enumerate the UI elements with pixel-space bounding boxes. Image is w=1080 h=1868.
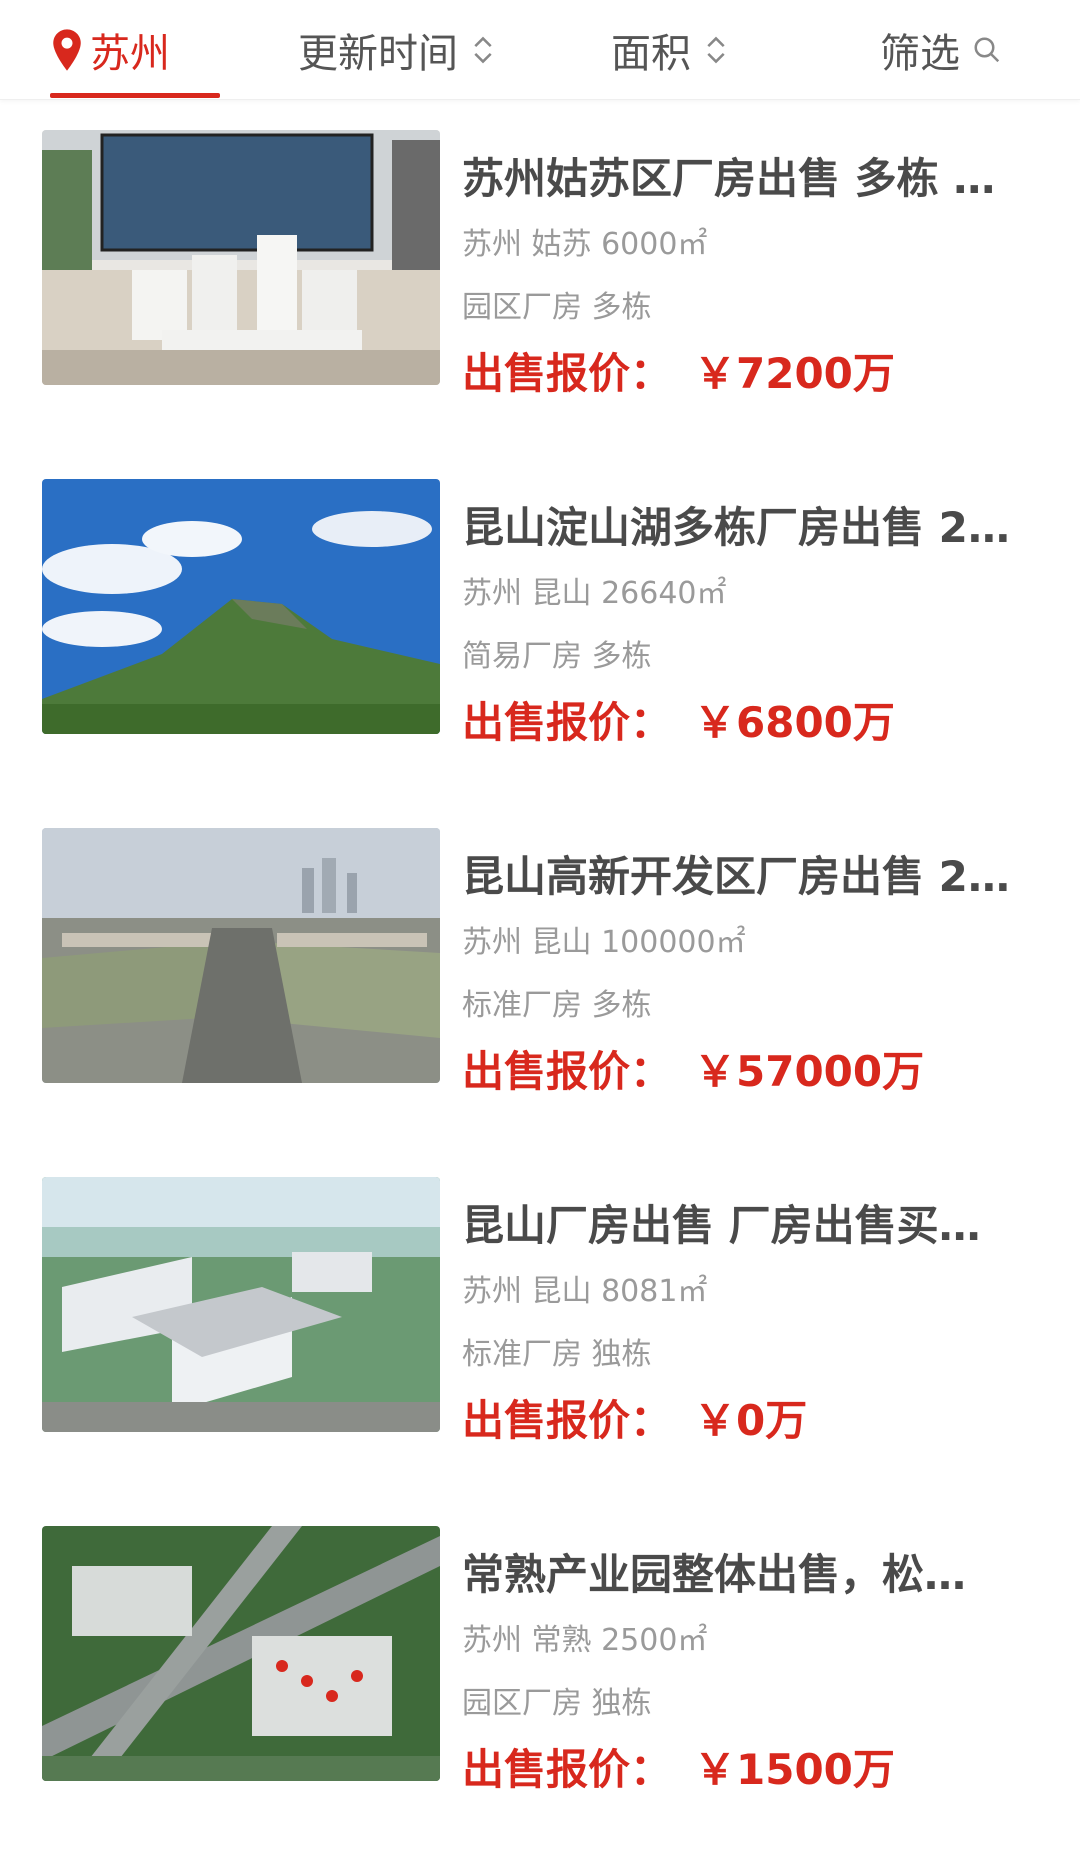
listing-location: 苏州 昆山 100000㎡ xyxy=(462,925,746,960)
listing-card[interactable]: 苏州姑苏区厂房出售 多栋 … 苏州 姑苏 6000㎡ 园区厂房 多栋 出售报价：… xyxy=(0,100,1080,449)
price-label: 出售报价： xyxy=(462,1745,673,1794)
sort-arrows-icon xyxy=(707,36,725,64)
listing-thumbnail xyxy=(42,828,440,1083)
listing-location: 苏州 昆山 8081㎡ xyxy=(462,1274,708,1309)
listing-tags: 简易厂房 多栋 xyxy=(462,639,652,674)
price-value: ￥1500万 xyxy=(694,1745,895,1794)
listing-tags: 标准厂房 多栋 xyxy=(462,988,652,1023)
listing-price: 出售报价： ￥7200万 xyxy=(462,345,895,403)
city-filter-label: 苏州 xyxy=(90,31,170,77)
sort-arrows-icon xyxy=(474,36,492,64)
industrial-park-aerial-photo xyxy=(42,1526,440,1781)
sort-by-area[interactable]: 面积 xyxy=(611,0,729,100)
listing-location: 苏州 姑苏 6000㎡ xyxy=(462,227,708,262)
factory-rendering-photo xyxy=(42,1177,440,1432)
listing-thumbnail xyxy=(42,479,440,734)
listing-price: 出售报价： ￥0万 xyxy=(462,1392,807,1450)
listing-location: 苏州 昆山 26640㎡ xyxy=(462,576,727,611)
listing-card[interactable]: 昆山淀山湖多栋厂房出售 2… 苏州 昆山 26640㎡ 简易厂房 多栋 出售报价… xyxy=(0,449,1080,798)
mountain-landscape-photo xyxy=(42,479,440,734)
listing-card[interactable]: 昆山高新开发区厂房出售 2… 苏州 昆山 100000㎡ 标准厂房 多栋 出售报… xyxy=(0,798,1080,1147)
listing-thumbnail xyxy=(42,1177,440,1432)
price-value: ￥0万 xyxy=(694,1396,808,1445)
price-label: 出售报价： xyxy=(462,698,673,747)
screen-label: 筛选 xyxy=(880,31,960,77)
factory-model-photo xyxy=(42,130,440,385)
location-pin-icon xyxy=(53,29,81,71)
price-value: ￥7200万 xyxy=(694,349,895,398)
listing-price: 出售报价： ￥6800万 xyxy=(462,694,895,752)
listing-location: 苏州 常熟 2500㎡ xyxy=(462,1623,708,1658)
listing-tags: 标准厂房 独栋 xyxy=(462,1337,652,1372)
listing-title: 苏州姑苏区厂房出售 多栋 … xyxy=(462,154,996,203)
listing-price: 出售报价： ￥57000万 xyxy=(462,1043,924,1101)
filter-bar: 苏州 更新时间 面积 筛选 xyxy=(0,0,1080,100)
listing-thumbnail xyxy=(42,1526,440,1781)
listing-tags: 园区厂房 多栋 xyxy=(462,290,652,325)
listing-title: 昆山淀山湖多栋厂房出售 2… xyxy=(462,503,1010,552)
price-label: 出售报价： xyxy=(462,1396,673,1445)
listing-title: 昆山高新开发区厂房出售 2… xyxy=(462,852,1010,901)
price-value: ￥6800万 xyxy=(694,698,895,747)
listing-card[interactable]: 常熟产业园整体出售，松… 苏州 常熟 2500㎡ 园区厂房 独栋 出售报价： ￥1… xyxy=(0,1496,1080,1845)
city-filter[interactable]: 苏州 xyxy=(50,0,220,100)
screen-filter[interactable]: 筛选 xyxy=(880,0,1002,100)
price-value: ￥57000万 xyxy=(694,1047,925,1096)
active-tab-indicator xyxy=(50,93,220,98)
update-time-label: 更新时间 xyxy=(298,31,458,77)
search-icon xyxy=(974,37,1000,63)
listing-card[interactable]: 昆山厂房出售 厂房出售买… 苏州 昆山 8081㎡ 标准厂房 独栋 出售报价： ￥… xyxy=(0,1147,1080,1496)
listing-title: 常熟产业园整体出售，松… xyxy=(462,1550,967,1599)
listing-price: 出售报价： ￥1500万 xyxy=(462,1741,895,1799)
listing-thumbnail xyxy=(42,130,440,385)
price-label: 出售报价： xyxy=(462,1047,673,1096)
listing-tags: 园区厂房 独栋 xyxy=(462,1686,652,1721)
factory-park-aerial-photo xyxy=(42,828,440,1083)
sort-by-update-time[interactable]: 更新时间 xyxy=(298,0,496,100)
price-label: 出售报价： xyxy=(462,349,673,398)
area-label: 面积 xyxy=(611,31,691,77)
listing-title: 昆山厂房出售 厂房出售买… xyxy=(462,1201,981,1250)
